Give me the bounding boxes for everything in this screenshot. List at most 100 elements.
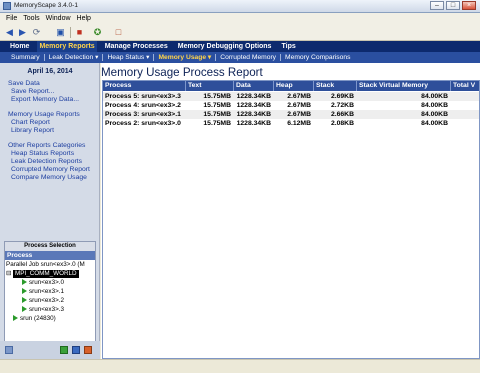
leak-detection-reports-link[interactable]: Leak Detection Reports: [11, 158, 82, 165]
go-icon[interactable]: [60, 346, 68, 354]
cell-text: 15.75MB: [203, 120, 231, 127]
collapse-toggle-icon[interactable]: ⊟: [6, 270, 11, 278]
cell-data: 1228.34KB: [236, 102, 271, 109]
export-memory-data-link[interactable]: Export Memory Data...: [11, 96, 79, 103]
subnav-summary[interactable]: Summary: [8, 52, 43, 63]
nav-tips[interactable]: Tips: [279, 41, 297, 52]
cell-stack-virtual-memory: 84.00KB: [421, 102, 448, 109]
memory-usage-table: Process Text Data Heap Stack Stack Virtu…: [102, 80, 480, 359]
cell-text: 15.75MB: [203, 111, 231, 118]
report-title: Memory Usage Process Report: [101, 66, 263, 79]
process-selection-title: Process Selection: [5, 242, 95, 251]
cell-text: 15.75MB: [203, 93, 231, 100]
column-header-text[interactable]: Text: [186, 81, 234, 91]
library-report-link[interactable]: Library Report: [11, 127, 54, 134]
pause-icon[interactable]: [72, 346, 80, 354]
report-date: April 16, 2014: [27, 68, 73, 75]
compare-memory-usage-link[interactable]: Compare Memory Usage: [11, 174, 87, 181]
menu-bar: File Tools Window Help: [0, 13, 480, 24]
process-rank-row[interactable]: srun<ex3>.1: [22, 288, 64, 296]
primary-nav: Home Memory Reports Manage Processes Mem…: [0, 41, 480, 52]
app-icon: [3, 2, 11, 10]
app-window: MemoryScape 3.4.0-1 – □ × File Tools Win…: [0, 0, 480, 373]
subnav-divider: [153, 54, 155, 61]
cell-stack-virtual-memory: 84.00KB: [421, 111, 448, 118]
cell-data: 1228.34KB: [236, 120, 271, 127]
save-report-link[interactable]: Save Report...: [11, 88, 54, 95]
column-header-stack-virtual-memory[interactable]: Stack Virtual Memory: [357, 81, 451, 91]
table-row[interactable]: Process 2: srun<ex3>.0 15.75MB 1228.34KB…: [103, 119, 479, 128]
cell-stack: 2.69KB: [330, 93, 354, 100]
cell-heap: 2.67MB: [287, 111, 311, 118]
stop-process-icon[interactable]: [84, 346, 92, 354]
heap-status-reports-link[interactable]: Heap Status Reports: [11, 150, 74, 157]
corrupted-memory-report-link[interactable]: Corrupted Memory Report: [11, 166, 90, 173]
toolbar: ◀ ▶ ⟳ ▣ ■ ✪ □: [0, 24, 480, 41]
toolbar-separator: [70, 27, 71, 38]
cell-heap: 2.67MB: [287, 93, 311, 100]
save-data-header[interactable]: Save Data: [8, 80, 40, 87]
home-icon[interactable]: ▣: [55, 27, 66, 38]
subnav-heap-status[interactable]: Heap Status ▾: [104, 52, 152, 63]
subnav-memory-comparisons[interactable]: Memory Comparisons: [282, 52, 353, 63]
process-rank-row[interactable]: srun<ex3>.3: [22, 306, 64, 314]
cell-heap: 2.67MB: [287, 102, 311, 109]
cell-process: Process 4: srun<ex3>.2: [105, 102, 181, 109]
parallel-job-row[interactable]: Parallel Job srun<ex3>.0 (M: [6, 261, 85, 269]
process-rank-row[interactable]: srun<ex3>.0: [22, 279, 64, 287]
subnav-divider: [102, 54, 104, 61]
column-header-process[interactable]: Process: [103, 81, 186, 91]
table-row[interactable]: Process 3: srun<ex3>.1 15.75MB 1228.34KB…: [103, 110, 479, 119]
subnav-corrupted-memory[interactable]: Corrupted Memory: [217, 52, 279, 63]
subnav-divider: [280, 54, 282, 61]
cell-stack: 2.72KB: [330, 102, 354, 109]
subnav-divider: [215, 54, 217, 61]
stop-icon[interactable]: ■: [74, 27, 85, 38]
other-reports-header[interactable]: Other Reports Categories: [8, 142, 85, 149]
trash-icon[interactable]: □: [113, 27, 124, 38]
subnav-memory-usage[interactable]: Memory Usage ▾: [155, 52, 214, 63]
cell-process: Process 5: srun<ex3>.3: [105, 93, 181, 100]
srun-process-row[interactable]: srun (24830): [13, 315, 56, 323]
close-button[interactable]: ×: [462, 1, 476, 10]
subnav-leak-detection[interactable]: Leak Detection ▾: [46, 52, 102, 63]
nav-memory-reports[interactable]: Memory Reports: [37, 41, 97, 52]
table-row[interactable]: Process 4: srun<ex3>.2 15.75MB 1228.34KB…: [103, 101, 479, 110]
play-icon: [22, 288, 27, 295]
refresh-icon[interactable]: ⟳: [31, 27, 42, 38]
menu-tools[interactable]: Tools: [23, 15, 39, 22]
column-header-heap[interactable]: Heap: [274, 81, 314, 91]
process-rank-row[interactable]: srun<ex3>.2: [22, 297, 64, 305]
title-bar: MemoryScape 3.4.0-1 – □ ×: [0, 0, 480, 13]
cell-stack-virtual-memory: 84.00KB: [421, 120, 448, 127]
play-icon: [13, 315, 18, 322]
nav-home[interactable]: Home: [8, 41, 31, 52]
menu-help[interactable]: Help: [77, 15, 91, 22]
nav-memory-debugging-options[interactable]: Memory Debugging Options: [176, 41, 274, 52]
subnav-divider: [43, 54, 45, 61]
cell-text: 15.75MB: [203, 102, 231, 109]
expand-panel-icon[interactable]: [5, 346, 13, 354]
process-rank-label: srun<ex3>.1: [29, 288, 65, 295]
table-row[interactable]: Process 5: srun<ex3>.3 15.75MB 1228.34KB…: [103, 92, 479, 101]
process-selection-panel: Process Selection Process Parallel Job s…: [4, 241, 96, 356]
bug-icon[interactable]: ✪: [92, 27, 103, 38]
play-icon: [22, 279, 27, 286]
back-arrow-icon[interactable]: ◀: [4, 27, 15, 38]
column-header-total-virtual[interactable]: Total V: [451, 81, 479, 91]
minimize-button[interactable]: –: [430, 1, 444, 10]
play-icon: [22, 306, 27, 313]
process-column-header[interactable]: Process: [5, 251, 95, 260]
forward-arrow-icon[interactable]: ▶: [17, 27, 28, 38]
chart-report-link[interactable]: Chart Report: [11, 119, 50, 126]
maximize-button[interactable]: □: [446, 1, 460, 10]
mpi-comm-world-row[interactable]: MPI_COMM_WORLD: [13, 270, 79, 278]
menu-file[interactable]: File: [6, 15, 17, 22]
memory-usage-reports-header[interactable]: Memory Usage Reports: [8, 111, 80, 118]
srun-process-label: srun (24830): [20, 315, 56, 322]
column-header-stack[interactable]: Stack: [314, 81, 357, 91]
nav-manage-processes[interactable]: Manage Processes: [103, 41, 170, 52]
column-header-data[interactable]: Data: [234, 81, 274, 91]
cell-process: Process 3: srun<ex3>.1: [105, 111, 181, 118]
menu-window[interactable]: Window: [46, 15, 71, 22]
